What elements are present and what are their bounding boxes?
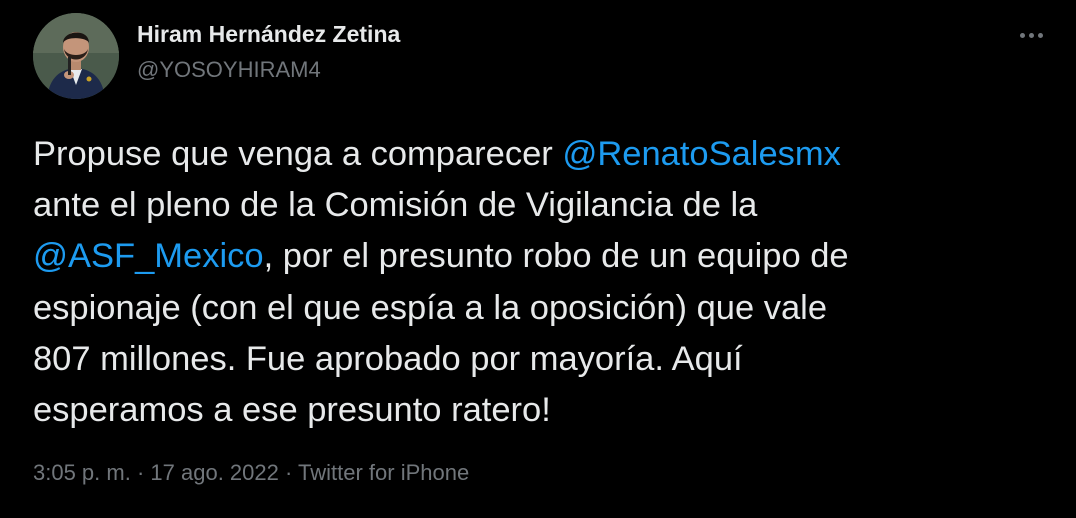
author-handle[interactable]: @YOSOYHIRAM4: [137, 57, 400, 83]
tweet-time[interactable]: 3:05 p. m.: [33, 460, 131, 485]
tweet-text-segment: , por el presunto robo de un equipo de: [263, 237, 849, 276]
tweet-text-segment: esperamos a ese presunto ratero!: [33, 391, 551, 430]
tweet-text-line: ante el pleno de la Comisión de Vigilanc…: [33, 180, 1043, 231]
mention-link[interactable]: @ASF_Mexico: [33, 237, 264, 275]
avatar[interactable]: [33, 13, 119, 99]
tweet-text-segment: espionaje (con el que espía a la oposici…: [33, 288, 828, 327]
tweet-text-segment: ante el pleno de la Comisión de Vigilanc…: [33, 186, 758, 225]
tweet-text: Propuse que venga a comparecer @RenatoSa…: [33, 129, 1043, 436]
tweet-text-line: esperamos a ese presunto ratero!: [33, 385, 1043, 436]
meta-separator: ·: [278, 460, 299, 485]
tweet-text-line: espionaje (con el que espía a la oposici…: [33, 283, 1043, 334]
mention-link[interactable]: @RenatoSalesmx: [562, 135, 841, 173]
author-display-name[interactable]: Hiram Hernández Zetina: [137, 20, 400, 48]
tweet-text-line: @ASF_Mexico, por el presunto robo de un …: [33, 231, 1043, 282]
tweet-text-line: 807 millones. Fue aprobado por mayoría. …: [33, 334, 1043, 385]
tweet-text-segment: Propuse que venga a comparecer: [33, 135, 563, 173]
tweet-date[interactable]: 17 ago. 2022: [150, 460, 278, 485]
more-horizontal-icon-dot: [1037, 32, 1043, 38]
more-horizontal-icon-dot: [1019, 32, 1025, 38]
tweet-text-segment: 807 millones. Fue aprobado por mayoría. …: [33, 339, 743, 378]
meta-separator: ·: [130, 460, 151, 485]
avatar-photo: [33, 13, 119, 99]
tweet-source[interactable]: Twitter for iPhone: [298, 460, 469, 485]
tweet-meta: 3:05 p. m. · 17 ago. 2022 · Twitter for …: [33, 459, 469, 487]
more-horizontal-icon-dot: [1028, 32, 1034, 38]
more-options-button[interactable]: [1014, 22, 1048, 48]
author-block: Hiram Hernández Zetina @YOSOYHIRAM4: [137, 20, 400, 83]
tweet-card: Hiram Hernández Zetina @YOSOYHIRAM4 Prop…: [0, 0, 1076, 518]
tweet-text-line: Propuse que venga a comparecer @RenatoSa…: [33, 129, 1043, 180]
